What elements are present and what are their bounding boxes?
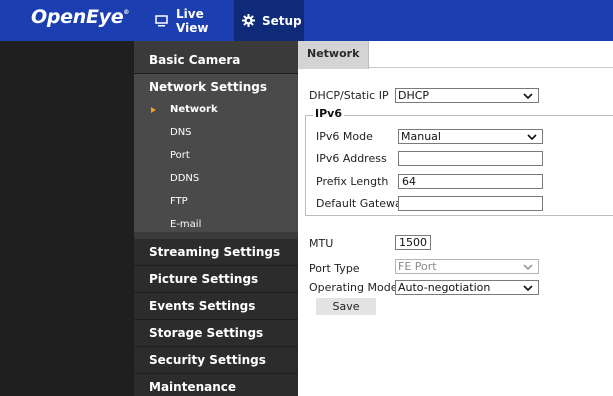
sidebar-item-dns[interactable]: DNS — [134, 121, 298, 144]
settings-sidebar: Basic Camera Settings Network Settings N… — [134, 41, 298, 396]
prefix-length-label: Prefix Length — [316, 175, 389, 188]
mtu-input[interactable]: 1500 — [395, 235, 431, 250]
logo-text: OpenEye — [31, 6, 124, 28]
operating-mode-value: Auto-negotiation — [398, 281, 491, 294]
prefix-length-input[interactable]: 64 — [398, 174, 543, 189]
sidebar-network-settings[interactable]: Network Settings — [134, 74, 298, 101]
ipv6-legend: IPv6 — [313, 107, 344, 120]
sidebar-picture-settings[interactable]: Picture Settings — [134, 266, 298, 293]
sidebar-basic-camera-settings[interactable]: Basic Camera Settings — [134, 47, 298, 94]
registered-mark: ® — [123, 9, 130, 16]
default-gateway-label: Default Gateway — [316, 197, 409, 210]
port-type-value: FE Port — [398, 260, 437, 273]
sidebar-section-label: Maintenance — [149, 380, 237, 394]
sidebar-item-label: Network — [170, 104, 218, 115]
nav-setup[interactable]: Setup — [234, 0, 304, 41]
sidebar-section-label: Storage Settings — [149, 326, 264, 340]
port-type-label: Port Type — [309, 262, 360, 275]
chevron-down-icon — [527, 134, 537, 141]
chevron-down-icon — [523, 264, 533, 271]
nav-live-view-label: Live View — [176, 6, 209, 35]
dhcp-static-ip-select[interactable]: DHCP — [395, 88, 539, 103]
sidebar-item-email[interactable]: E-mail — [134, 213, 298, 236]
monitor-icon — [155, 14, 168, 27]
sidebar-streaming-settings[interactable]: Streaming Settings — [134, 239, 298, 266]
tab-bar: Network — [298, 41, 613, 69]
operating-mode-select[interactable]: Auto-negotiation — [395, 280, 539, 295]
operating-mode-label: Operating Mode — [309, 281, 398, 294]
sidebar-item-label: E-mail — [170, 219, 202, 230]
save-button[interactable]: Save — [316, 298, 376, 315]
dhcp-static-ip-value: DHCP — [398, 89, 430, 102]
sidebar-item-label: DNS — [170, 127, 192, 138]
default-gateway-input[interactable] — [398, 196, 543, 211]
ipv6-address-input[interactable] — [398, 151, 543, 166]
sidebar-storage-settings[interactable]: Storage Settings — [134, 320, 298, 347]
top-nav-bar: OpenEye® Live View Setup — [0, 0, 613, 41]
sidebar-security-settings[interactable]: Security Settings — [134, 347, 298, 374]
nav-live-view[interactable]: Live View — [146, 0, 234, 41]
ipv6-mode-value: Manual — [401, 130, 441, 143]
mtu-label: MTU — [309, 237, 334, 250]
ipv6-address-label: IPv6 Address — [316, 152, 387, 165]
sidebar-section-label: Picture Settings — [149, 272, 259, 286]
sidebar-section-label: Streaming Settings — [149, 245, 281, 259]
sidebar-item-label: Port — [170, 150, 190, 161]
sidebar-item-port[interactable]: Port — [134, 144, 298, 167]
ipv6-mode-label: IPv6 Mode — [316, 130, 373, 143]
tab-network[interactable]: Network — [298, 41, 369, 69]
dhcp-static-ip-label: DHCP/Static IP — [309, 89, 389, 102]
sidebar-maintenance[interactable]: Maintenance — [134, 374, 298, 396]
openeye-logo: OpenEye® — [31, 6, 129, 28]
sidebar-item-ddns[interactable]: DDNS — [134, 167, 298, 190]
sidebar-network-group: Network Settings Network DNS Port DDNS F… — [134, 74, 298, 232]
sidebar-item-label: FTP — [170, 196, 188, 207]
sidebar-item-ftp[interactable]: FTP — [134, 190, 298, 213]
sidebar-events-settings[interactable]: Events Settings — [134, 293, 298, 320]
sidebar-item-network[interactable]: Network — [134, 98, 298, 121]
nav-setup-label: Setup — [262, 13, 302, 28]
chevron-down-icon — [523, 93, 533, 100]
gear-icon — [242, 14, 255, 27]
left-dark-panel — [0, 41, 134, 396]
ipv6-mode-select[interactable]: Manual — [398, 129, 543, 144]
sidebar-section-label: Events Settings — [149, 299, 256, 313]
chevron-down-icon — [523, 285, 533, 292]
sidebar-section-label: Security Settings — [149, 353, 266, 367]
port-type-select[interactable]: FE Port — [395, 259, 539, 274]
sidebar-section-label: Network Settings — [149, 80, 267, 94]
sidebar-item-label: DDNS — [170, 173, 200, 184]
active-arrow-icon — [151, 107, 156, 113]
